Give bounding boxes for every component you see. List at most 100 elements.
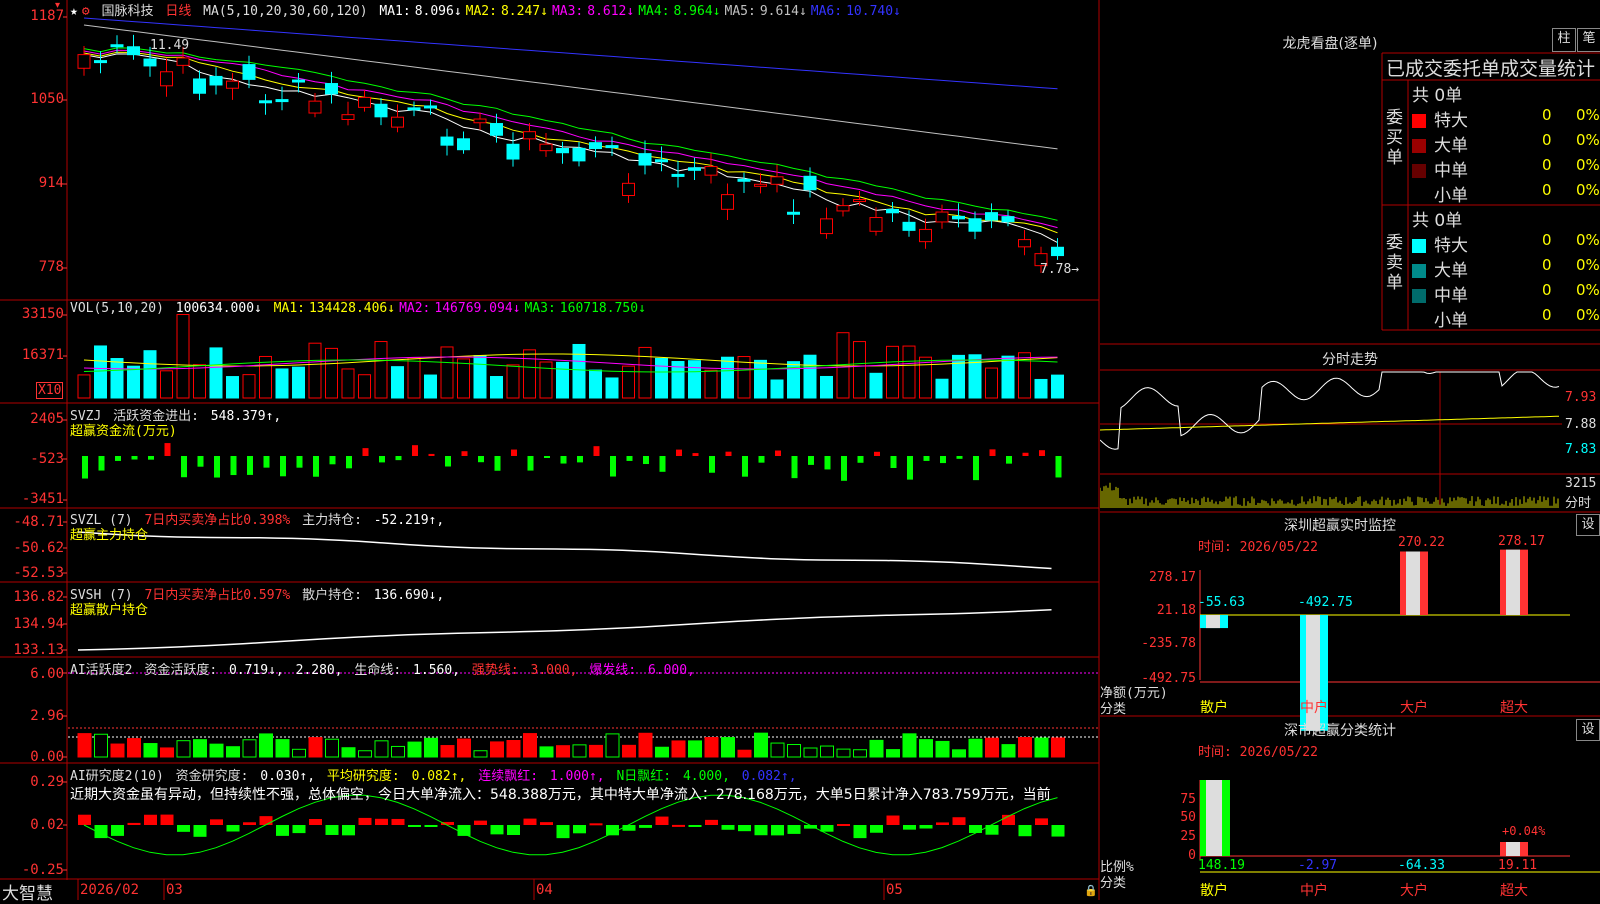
volume-bar <box>110 358 124 399</box>
volume-bar <box>391 366 404 399</box>
stat-pct: 0% <box>1576 181 1600 199</box>
activity-bar <box>836 748 851 758</box>
research-bar <box>325 825 339 835</box>
activity-bar <box>919 739 933 758</box>
monitor-settings-button[interactable]: 设 <box>1576 514 1600 536</box>
candle-body <box>754 183 767 187</box>
period-label[interactable]: 日线 <box>165 4 191 19</box>
stat-count: 0 <box>1542 231 1552 249</box>
class-settings-button[interactable]: 设 <box>1576 719 1600 741</box>
retail-holding-line <box>77 608 1052 651</box>
ma-name: MA5: <box>724 4 756 19</box>
stat-row: 中单 0 0% <box>1412 156 1600 181</box>
price-tick: 778 <box>38 259 64 275</box>
research-bar <box>474 820 487 825</box>
volume-bar <box>473 355 487 399</box>
stat-pct: 0% <box>1576 231 1600 249</box>
volume-bar <box>803 354 817 399</box>
color-swatch <box>1412 139 1426 153</box>
star-icon[interactable]: ★ <box>70 4 78 19</box>
research-bar <box>243 822 256 825</box>
stat-pct: 0% <box>1576 256 1600 274</box>
candle-body <box>836 205 850 212</box>
candle-body <box>704 166 718 176</box>
ai-active-title: AI活跃度2 <box>70 663 133 678</box>
activity-bar <box>787 744 801 758</box>
svsh-value: 136.690↓, <box>373 588 445 603</box>
volume-bar <box>572 343 586 399</box>
vol-value: 100634.000↓ <box>175 301 262 316</box>
monitor-y-tick: 278.17 <box>1149 570 1196 585</box>
flow-bar <box>395 456 402 461</box>
class-bar-value: -2.97 <box>1298 858 1338 873</box>
monitor-y-tick: 21.18 <box>1156 603 1196 618</box>
color-swatch <box>1412 289 1426 303</box>
ai-research-tick: -0.25 <box>21 862 64 878</box>
candle-body <box>242 64 256 80</box>
research-bar <box>655 816 669 825</box>
stat-label: 小单 <box>1434 311 1468 331</box>
research-bar <box>672 824 685 827</box>
flow-bar <box>247 456 253 475</box>
vol-unit-badge[interactable]: X10 <box>36 382 64 399</box>
price-tick: 914 <box>38 175 64 191</box>
stat-label: 特大 <box>1434 236 1468 256</box>
stat-label: 特大 <box>1434 111 1468 131</box>
svsh-tick: 136.82 <box>13 589 64 605</box>
flow-bar <box>98 456 105 471</box>
flow-bar <box>923 456 930 461</box>
vol-ma-value: 146769.094↓ <box>434 301 521 316</box>
class-y-tick: 25 <box>1180 829 1196 844</box>
flow-bar <box>1022 452 1029 456</box>
color-swatch <box>1412 189 1426 203</box>
pen-mode-button[interactable]: 笔 <box>1577 28 1600 52</box>
lock-icon[interactable]: 🔒 <box>1084 884 1098 897</box>
ai-research-value: 0.030↑, <box>260 769 316 784</box>
flow-bar <box>280 456 286 477</box>
flow-bar <box>593 446 600 456</box>
flow-bar <box>989 449 996 456</box>
activity-bar <box>721 737 735 758</box>
vol-header: VOL(5,10,20) 100634.000↓ MA1: 134428.406↓… <box>70 301 654 316</box>
stat-label: 中单 <box>1434 286 1468 306</box>
flow-bar <box>148 456 154 460</box>
flow-bar <box>857 456 864 463</box>
intraday-chart[interactable] <box>1100 371 1600 508</box>
monitor-bar-value: 278.17 <box>1498 533 1545 549</box>
flow-bar <box>956 456 963 459</box>
activity-bar <box>655 746 669 758</box>
volume-bar <box>655 357 668 399</box>
activity-bar <box>308 737 323 758</box>
volume-bar <box>820 375 833 399</box>
candle-body <box>1051 246 1064 257</box>
kline-chart-area[interactable]: ★ ⚙ 国脉科技 日线 MA(5,10,20,30,60,120) MA1: 8.0… <box>0 0 1100 904</box>
ai-research-tick: 0.02 <box>30 817 64 833</box>
stock-name[interactable]: 国脉科技 <box>101 4 153 19</box>
activity-bar <box>292 748 306 758</box>
activity-bar <box>688 740 702 758</box>
activity-bar <box>473 750 488 758</box>
activity-bar <box>490 741 504 758</box>
flow-bar <box>1039 450 1045 456</box>
flow-bar <box>709 456 715 473</box>
flow-bar <box>511 449 517 456</box>
class-bar-value: -64.33 <box>1398 858 1445 873</box>
candle-body <box>721 194 734 210</box>
moving-average-lines <box>83 17 1058 244</box>
research-bar <box>523 818 537 825</box>
activity-bar <box>259 733 273 758</box>
intraday-title: 分时走势 <box>1322 352 1378 368</box>
candle-body <box>358 96 371 108</box>
ma-line <box>83 17 1058 90</box>
bar-mode-button[interactable]: 柱 <box>1552 28 1576 52</box>
activity-bar <box>176 740 191 758</box>
class-y-tick: 75 <box>1180 792 1196 807</box>
research-bar <box>111 825 124 836</box>
volume-bar <box>919 356 932 399</box>
research-bar <box>1051 825 1065 837</box>
y-axis-ticks <box>63 16 67 871</box>
ma-name: MA4: <box>638 4 670 19</box>
gear-icon[interactable]: ⚙ <box>82 4 90 19</box>
svzj-tick: -3451 <box>21 491 64 507</box>
flow-bar <box>313 456 319 477</box>
